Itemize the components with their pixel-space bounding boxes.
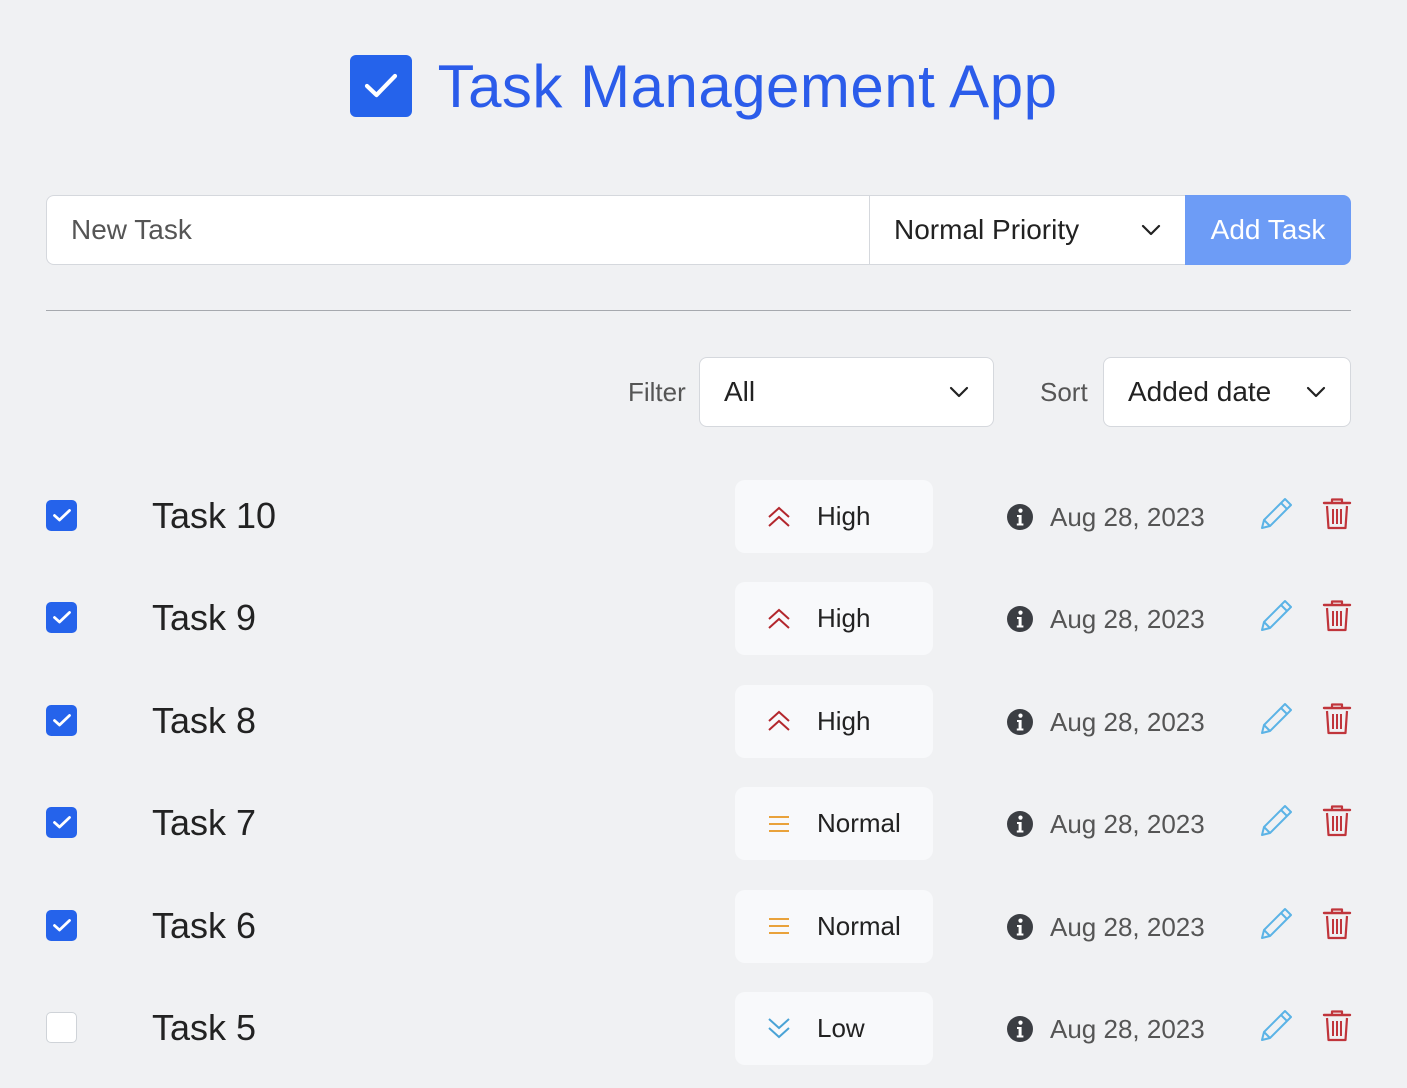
double-chevron-up-icon [765, 707, 793, 735]
task-name: Task 8 [152, 699, 257, 741]
priority-label: Low [817, 1012, 865, 1043]
task-name: Task 5 [152, 1006, 257, 1048]
priority-badge: High [735, 684, 933, 758]
add-task-bar: Normal Priority Add Task [46, 195, 1351, 265]
task-checkbox[interactable] [46, 1011, 77, 1043]
chevron-down-icon [1306, 386, 1326, 398]
priority-badge: Normal [735, 787, 933, 861]
info-icon[interactable] [1006, 1015, 1034, 1043]
task-list: Task 10 High Aug 28, 2023 Task 9 High Au… [46, 480, 1352, 1088]
chevron-down-icon [1141, 224, 1161, 236]
equals-lines-icon [765, 810, 793, 838]
priority-select-value: Normal Priority [894, 214, 1080, 245]
task-row: Task 9 High Aug 28, 2023 [46, 582, 1352, 684]
sort-select-value: Added date [1128, 376, 1272, 407]
priority-badge: High [735, 582, 933, 656]
task-row: Task 10 High Aug 28, 2023 [46, 480, 1352, 582]
trash-delete-icon[interactable] [1322, 1009, 1352, 1043]
priority-select[interactable]: Normal Priority [869, 195, 1185, 265]
pencil-edit-icon[interactable] [1258, 906, 1294, 942]
checkbox-logo-icon [349, 55, 412, 117]
task-app: Task Management App Normal Priority Add … [0, 0, 1407, 1088]
priority-badge: Low [735, 991, 933, 1065]
task-row: Task 6 Normal Aug 28, 2023 [46, 889, 1352, 992]
task-date: Aug 28, 2023 [1050, 1013, 1205, 1044]
info-icon[interactable] [1006, 708, 1034, 736]
filter-label: Filter [628, 377, 686, 407]
task-row: Task 7 Normal Aug 28, 2023 [46, 787, 1352, 889]
task-date: Aug 28, 2023 [1050, 502, 1205, 532]
task-row: Task 8 High Aug 28, 2023 [46, 684, 1352, 787]
task-checkbox[interactable] [46, 909, 77, 941]
task-date: Aug 28, 2023 [1050, 809, 1205, 840]
double-chevron-up-icon [765, 503, 793, 531]
task-name: Task 6 [152, 904, 257, 946]
pencil-edit-icon[interactable] [1258, 701, 1294, 737]
equals-lines-icon [765, 912, 793, 940]
pencil-edit-icon[interactable] [1258, 803, 1294, 839]
chevron-down-icon [949, 386, 969, 398]
divider [46, 310, 1351, 311]
task-checkbox[interactable] [46, 807, 77, 839]
add-task-button[interactable]: Add Task [1185, 195, 1351, 265]
double-chevron-down-icon [765, 1014, 793, 1042]
page-title: Task Management App [437, 52, 1058, 120]
trash-delete-icon[interactable] [1322, 599, 1352, 633]
priority-label: Normal [817, 910, 901, 941]
filter-select[interactable]: All [699, 357, 994, 427]
pencil-edit-icon[interactable] [1258, 1008, 1294, 1044]
info-icon[interactable] [1006, 503, 1034, 531]
filter-select-value: All [724, 376, 756, 407]
task-date: Aug 28, 2023 [1050, 706, 1205, 737]
task-name: Task 9 [152, 597, 257, 639]
trash-delete-icon[interactable] [1322, 907, 1352, 941]
trash-delete-icon[interactable] [1322, 497, 1352, 531]
sort-select[interactable]: Added date [1103, 357, 1351, 427]
priority-label: High [817, 501, 871, 531]
new-task-input[interactable] [46, 195, 869, 265]
task-name: Task 7 [152, 802, 257, 844]
priority-label: Normal [817, 808, 901, 839]
task-name: Task 10 [152, 495, 277, 536]
filter-sort-controls: Filter All Sort Added date [46, 357, 1351, 427]
priority-label: High [817, 705, 871, 736]
info-icon[interactable] [1006, 810, 1034, 838]
task-checkbox[interactable] [46, 602, 77, 634]
sort-label: Sort [1040, 377, 1088, 407]
pencil-edit-icon[interactable] [1258, 496, 1294, 532]
app-header: Task Management App [0, 48, 1407, 124]
trash-delete-icon[interactable] [1322, 702, 1352, 736]
info-icon[interactable] [1006, 605, 1034, 633]
task-date: Aug 28, 2023 [1050, 604, 1205, 635]
info-icon[interactable] [1006, 913, 1034, 941]
priority-badge: High [735, 480, 933, 553]
pencil-edit-icon[interactable] [1258, 598, 1294, 634]
task-checkbox[interactable] [46, 704, 77, 736]
priority-badge: Normal [735, 889, 933, 963]
priority-label: High [817, 603, 871, 634]
task-row: Task 5 Low Aug 28, 2023 [46, 991, 1352, 1088]
double-chevron-up-icon [765, 605, 793, 633]
trash-delete-icon[interactable] [1322, 804, 1352, 838]
task-date: Aug 28, 2023 [1050, 911, 1205, 942]
task-checkbox[interactable] [46, 500, 77, 531]
